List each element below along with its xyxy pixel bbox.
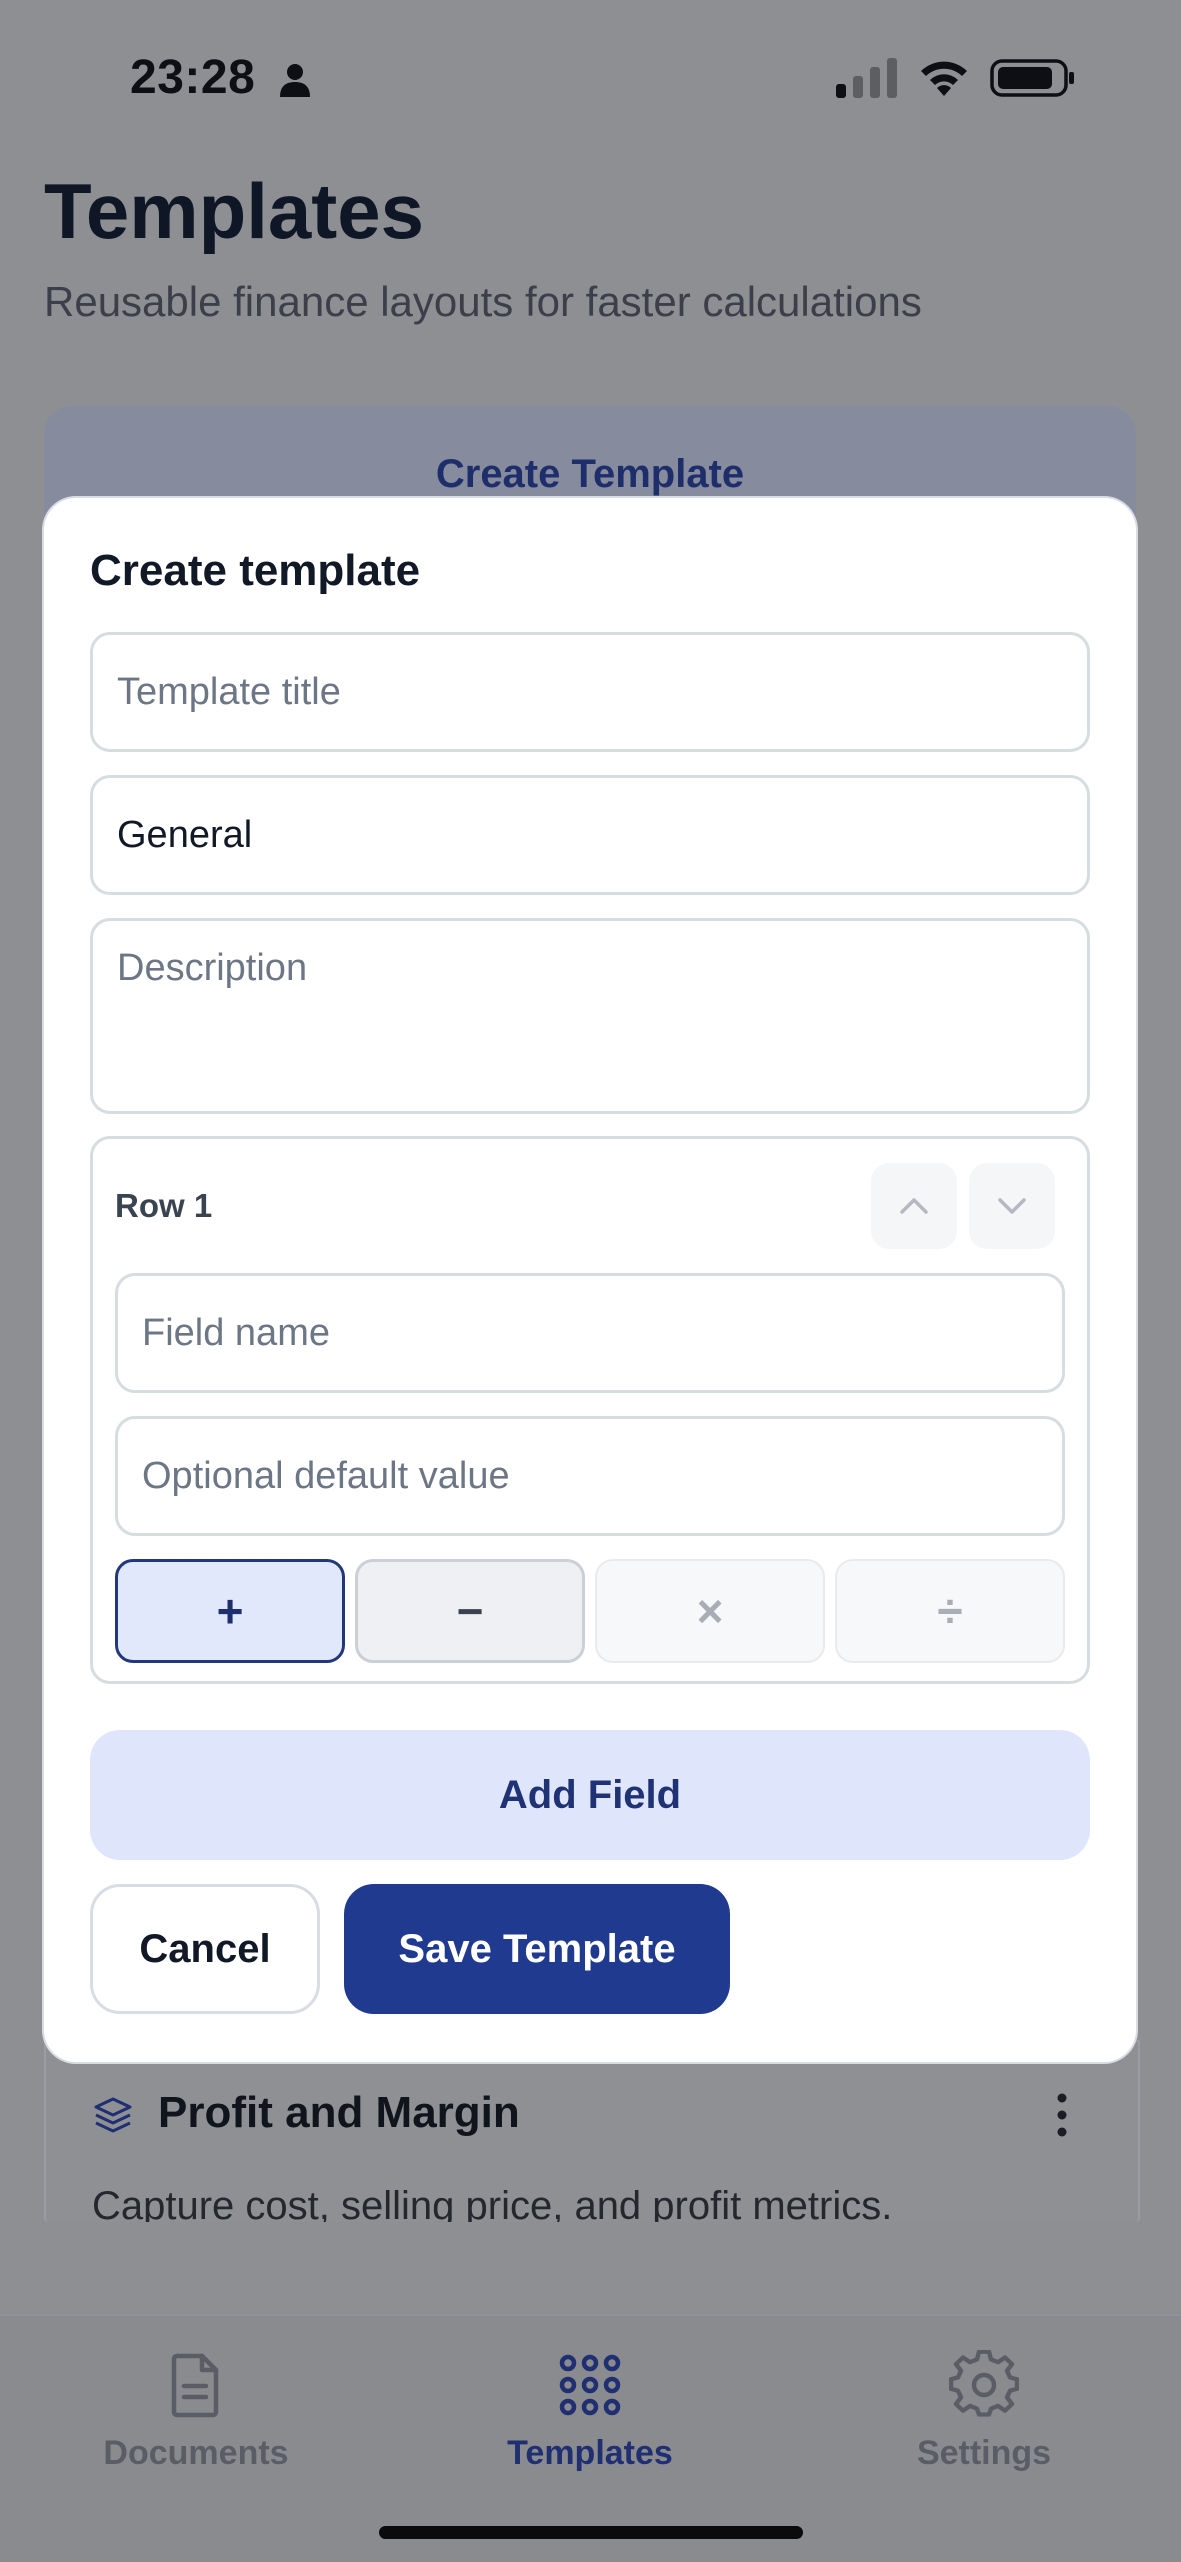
- wifi-icon: [921, 61, 967, 96]
- template-card-description: Capture cost, selling price, and profit …: [92, 2184, 893, 2222]
- page-subtitle: Reusable finance layouts for faster calc…: [44, 278, 922, 325]
- more-options-icon[interactable]: [1056, 2092, 1068, 2138]
- page-title: Templates: [44, 167, 425, 255]
- field-name-input[interactable]: [115, 1273, 1065, 1393]
- nav-label-templates: Templates: [507, 2434, 673, 2472]
- row-label: Row 1: [115, 1187, 213, 1224]
- move-row-up-button[interactable]: [871, 1163, 957, 1249]
- field-row: Row 1 + − × ÷: [90, 1136, 1090, 1684]
- layers-icon: [94, 2097, 132, 2133]
- document-icon: [171, 2353, 219, 2418]
- battery-icon: [990, 59, 1074, 97]
- operator-multiply-button[interactable]: ×: [595, 1559, 825, 1663]
- create-template-label: Create Template: [435, 452, 745, 496]
- person-icon: [280, 64, 310, 97]
- operator-add-button[interactable]: +: [115, 1559, 345, 1663]
- nav-label-settings: Settings: [916, 2434, 1052, 2472]
- cancel-button[interactable]: Cancel: [90, 1884, 320, 2014]
- category-input[interactable]: [90, 775, 1090, 895]
- status-time: 23:28: [130, 51, 256, 104]
- grid-icon: [559, 2354, 621, 2416]
- gear-icon: [949, 2350, 1019, 2417]
- nav-item-settings[interactable]: Settings: [854, 2350, 1114, 2473]
- default-value-input[interactable]: [115, 1416, 1065, 1536]
- save-template-button[interactable]: Save Template: [344, 1884, 730, 2014]
- modal-title: Create template: [90, 546, 421, 595]
- template-title-input[interactable]: [90, 632, 1090, 752]
- create-template-modal: Create template Row 1 + − × ÷ Add Field …: [44, 498, 1136, 2062]
- bottom-nav: Documents Templates Settings: [0, 2314, 1181, 2562]
- operator-subtract-button[interactable]: −: [355, 1559, 585, 1663]
- chevron-down-icon: [998, 1198, 1026, 1214]
- nav-item-documents[interactable]: Documents: [66, 2350, 326, 2473]
- cellular-signal-icon: [836, 58, 897, 98]
- add-field-button[interactable]: Add Field: [90, 1730, 1090, 1860]
- nav-item-templates[interactable]: Templates: [460, 2350, 720, 2473]
- template-card-title: Profit and Margin: [158, 2088, 520, 2137]
- operator-divide-button[interactable]: ÷: [835, 1559, 1065, 1663]
- move-row-down-button[interactable]: [969, 1163, 1055, 1249]
- home-indicator: [379, 2526, 803, 2539]
- chevron-up-icon: [900, 1198, 928, 1214]
- template-card[interactable]: Profit and Margin Capture cost, selling …: [44, 2040, 1140, 2222]
- description-input[interactable]: [90, 918, 1090, 1114]
- nav-label-documents: Documents: [103, 2434, 289, 2472]
